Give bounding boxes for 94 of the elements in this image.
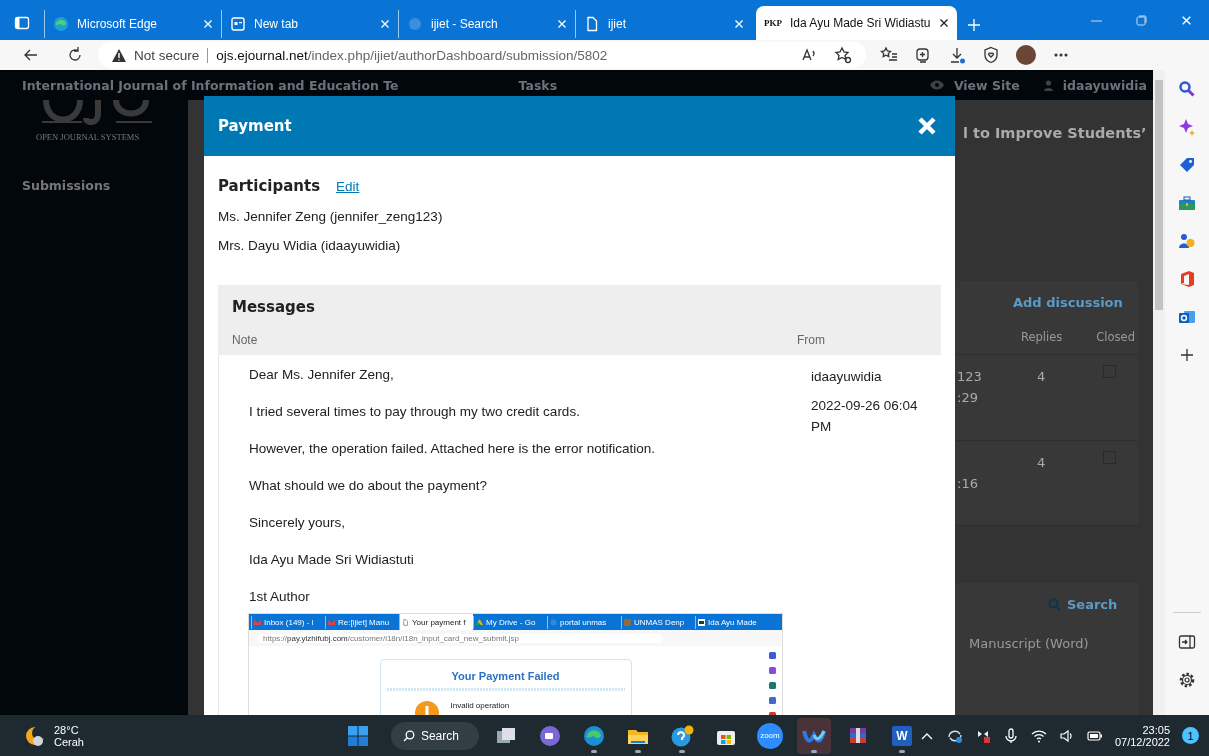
browser-tab[interactable]: ijiet - Search [398, 10, 575, 38]
user-menu[interactable]: idaayuwidia [1062, 77, 1147, 93]
refresh-icon[interactable] [66, 46, 84, 64]
warning-icon [112, 48, 126, 62]
participants-heading: Participants [218, 177, 321, 195]
message-text: However, the operation failed. Attached here is the error notification. [249, 441, 656, 456]
nav-item[interactable]: Submissions [22, 178, 111, 193]
office-icon[interactable] [1178, 270, 1196, 288]
message-text: Ida Ayu Made Sri Widiastuti [249, 552, 415, 567]
sparkle-icon[interactable] [1178, 118, 1196, 136]
weather-condition: Cerah [54, 735, 84, 748]
replies-count: 4 [1037, 369, 1046, 384]
submission-title: l to Improve Students’ [963, 125, 1148, 141]
message-text: I tried several times to pay through my two credit cards. [249, 404, 581, 419]
browser-tab[interactable]: Microsoft Edge [44, 10, 221, 38]
dialog-title: Payment [218, 117, 292, 135]
participant-name: Ms. Jennifer Zeng (jennifer_zeng123) [218, 209, 444, 224]
address-bar[interactable]: Not secure ojs.ejournal.net/index.php/ijiet/authorDashboard/submission/5802 [98, 42, 866, 68]
mail-icon [328, 618, 335, 626]
logo-caption: OPEN JOURNAL SYSTEMS [36, 132, 140, 142]
scrollbar[interactable] [1153, 70, 1165, 715]
replies-count: 4 [1037, 454, 1046, 470]
message-text: Sincerely yours, [249, 515, 347, 530]
url-text: https://pay.yizhifubj.com/customer/i18n/i18n_input_card_new_submit.jsp [257, 633, 663, 643]
notification-badge[interactable]: 1 [1182, 727, 1199, 744]
payment-heading: Your Payment Failed [450, 670, 561, 682]
browser-tab[interactable]: ijiet [575, 10, 752, 38]
table-cell-text: 123 [957, 369, 983, 384]
mail-icon [254, 618, 261, 626]
view-site-link[interactable]: View Site [953, 77, 1020, 93]
table-cell-text: :29 [957, 390, 979, 405]
windows-logo-icon[interactable] [346, 724, 369, 747]
new-tab-icon [230, 16, 246, 32]
file-name[interactable]: Manuscript (Word) [969, 636, 1138, 651]
column-header: From [797, 333, 826, 347]
favorites-icon[interactable] [880, 46, 898, 64]
url-text: ojs.ejournal.net/index.php/ijiet/authorDashboard/submission/5802 [216, 47, 608, 63]
plus-icon[interactable] [966, 18, 981, 32]
search-icon [1048, 598, 1061, 611]
messages-heading: Messages [231, 297, 316, 316]
message-date: 2022-09-26 06:04 PM [811, 396, 919, 436]
journal-title[interactable]: International Journal of Information and Education Te [22, 77, 399, 93]
column-header: Closed [1096, 330, 1135, 344]
message-text: What should we do about the payment? [249, 478, 488, 493]
table-cell-text: :16 [957, 475, 979, 491]
mail-app-icon[interactable] [1178, 308, 1196, 326]
temperature: 28°C [54, 723, 80, 736]
security-label: Not secure [134, 47, 200, 63]
split-screen-icon[interactable] [1178, 633, 1196, 651]
circle-logo-icon [407, 16, 423, 32]
tag-icon[interactable] [1178, 156, 1196, 174]
clock[interactable]: 23:05 07/12/2022 [1114, 723, 1170, 748]
logo-icon: PKP [764, 18, 782, 28]
browser-tab[interactable]: New tab [221, 10, 398, 38]
microphone-icon[interactable] [1002, 727, 1019, 744]
column-header: Note [232, 333, 258, 347]
user-icon [1043, 79, 1053, 91]
edit-link[interactable]: Edit [336, 179, 360, 194]
close-icon[interactable] [938, 18, 949, 28]
tasks-link[interactable]: Tasks [518, 77, 558, 93]
error-text: Invalid operation [450, 701, 510, 710]
restore-icon[interactable] [1136, 14, 1147, 26]
settings-icon[interactable] [1178, 671, 1196, 689]
page-icon [402, 618, 409, 626]
add-discussion-link[interactable]: Add discussion [1013, 295, 1138, 310]
speaker-icon[interactable] [1058, 727, 1075, 744]
page-icon [584, 16, 600, 32]
search-field[interactable]: Search [390, 721, 479, 750]
download-icon[interactable] [948, 46, 966, 64]
message-text: Dear Ms. Jennifer Zeng, [249, 367, 395, 382]
logo-icon [698, 618, 705, 626]
moon-icon[interactable] [24, 724, 46, 747]
shield-icon[interactable] [982, 46, 1000, 64]
swirl-logo-icon [53, 16, 69, 32]
tab-actions-icon[interactable] [14, 15, 30, 31]
search-icon[interactable] [1178, 80, 1196, 98]
participant-name: Mrs. Dayu Widia (idaayuwidia) [218, 238, 402, 253]
message-text: 1st Author [249, 589, 311, 604]
plus-icon[interactable] [1178, 346, 1196, 364]
browser-tab[interactable]: PKP Ida Ayu Made Sri Widiastu [756, 6, 957, 40]
toolbox-icon[interactable] [1178, 194, 1196, 212]
sender-name: idaayuwidia [811, 368, 883, 386]
triangle-logo-icon [476, 618, 483, 626]
collections-icon[interactable] [914, 46, 932, 64]
wave-app-icon[interactable] [796, 717, 831, 754]
star-plus-icon[interactable] [834, 46, 852, 64]
game-figure-icon[interactable] [1178, 232, 1196, 250]
eye-icon [929, 80, 944, 90]
search-link[interactable]: Search [1048, 597, 1138, 612]
globe-icon [550, 618, 557, 626]
avatar[interactable] [1016, 45, 1036, 65]
search-icon [402, 729, 415, 742]
thumbnail-icon [624, 618, 631, 626]
column-header: Replies [1021, 330, 1063, 344]
